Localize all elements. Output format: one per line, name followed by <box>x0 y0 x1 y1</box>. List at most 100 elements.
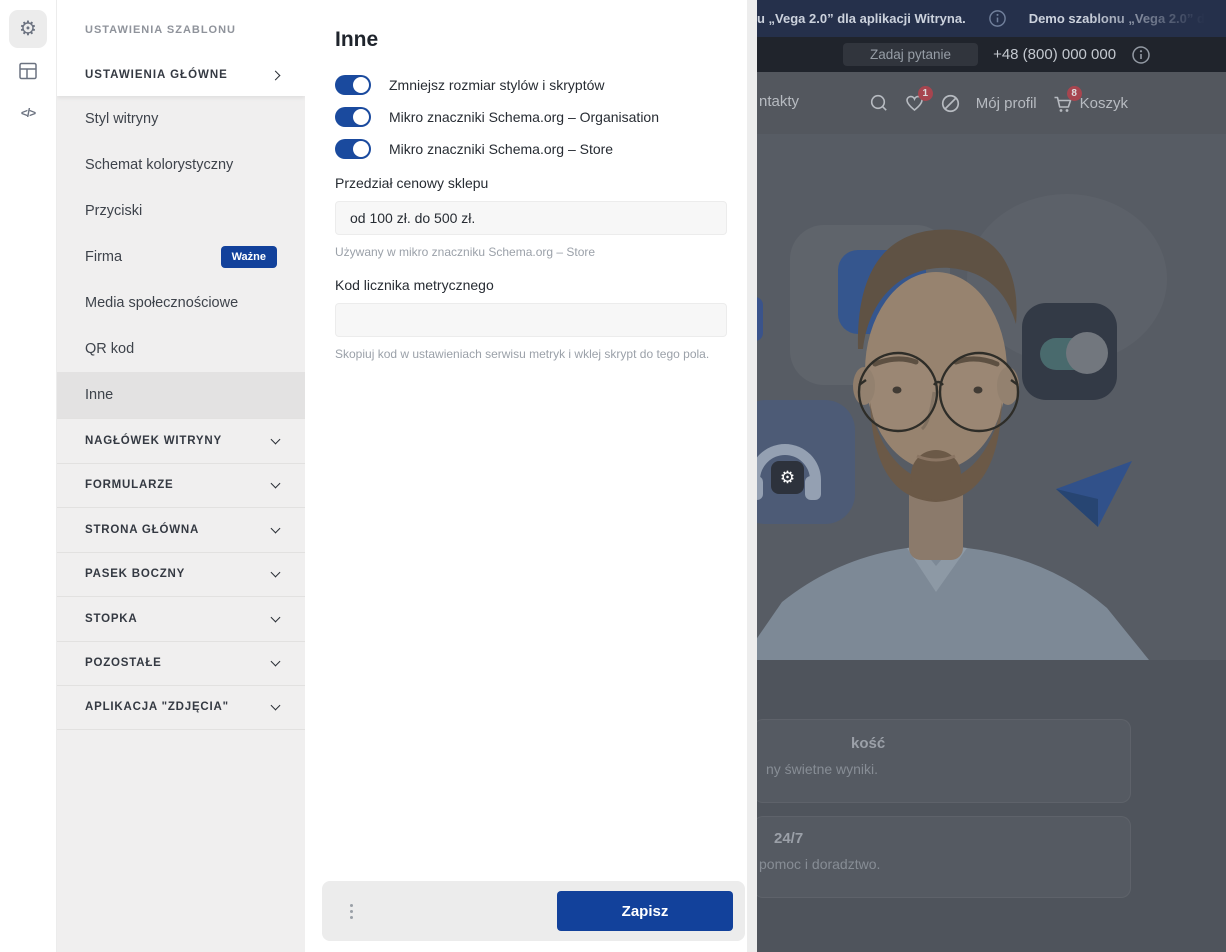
ask-question-button[interactable]: Zadaj pytanie <box>843 43 978 66</box>
code-icon: </> <box>21 106 35 120</box>
sidebar-item-firma[interactable]: Firma Ważne <box>57 234 305 280</box>
hero-section: ⚙ <box>757 134 1226 660</box>
chevron-down-icon <box>271 657 281 667</box>
panel-scrollbar-gutter[interactable] <box>747 0 757 952</box>
sidebar-item-styl-witryny[interactable]: Styl witryny <box>57 96 305 142</box>
info-icon <box>1131 45 1151 65</box>
important-badge: Ważne <box>221 246 277 268</box>
settings-panel: Inne Zmniejsz rozmiar stylów i skryptów … <box>305 0 747 952</box>
sidebar-item-label: Firma <box>85 249 122 265</box>
metrics-code-label: Kod licznika metrycznego <box>335 277 727 293</box>
layout-icon <box>18 61 38 81</box>
sidebar-group-title: USTAWIENIA SZABLONU <box>57 0 305 36</box>
panel-title: Inne <box>335 28 727 52</box>
sidebar-item-qr-kod[interactable]: QR kod <box>57 326 305 372</box>
search-icon <box>869 93 889 113</box>
header-actions: 1 Mój profil <box>869 72 1128 134</box>
feature-card-text: pomoc i doradztwo. <box>759 856 880 872</box>
toggle-label: Zmniejsz rozmiar stylów i skryptów <box>389 77 604 93</box>
demo-banner: u „Vega 2.0” dla aplikacji Witryna. Demo… <box>757 0 1226 37</box>
feature-card-text: ny świetne wyniki. <box>766 761 878 777</box>
more-options-button[interactable] <box>346 901 356 921</box>
banner-text: u „Vega 2.0” dla aplikacji Witryna. <box>757 11 966 26</box>
banner-text: Demo szablonu „Vega 2.0” dla aplikac <box>1029 11 1226 26</box>
chevron-down-icon <box>271 701 281 711</box>
template-settings-app: ⚙ </> USTAWIENIA SZABLONU USTAWIENIA GŁÓ… <box>0 0 1226 952</box>
support-bar: Zadaj pytanie +48 (800) 000 000 <box>757 37 1226 72</box>
toggle-row-schema-organisation[interactable]: Mikro znaczniki Schema.org – Organisatio… <box>335 107 727 127</box>
chevron-down-icon <box>271 523 281 533</box>
chevron-down-icon <box>271 434 281 444</box>
chevron-right-icon <box>271 70 281 80</box>
sidebar-section-formularze[interactable]: FORMULARZE <box>57 463 305 508</box>
sidebar-item-label: Schemat kolorystyczny <box>85 157 233 173</box>
section-label: FORMULARZE <box>85 479 174 491</box>
sidebar-section-aplikacja-zdjecia[interactable]: APLIKACJA "ZDJĘCIA" <box>57 685 305 730</box>
sidebar-section-stopka[interactable]: STOPKA <box>57 596 305 641</box>
sidebar-item-przyciski[interactable]: Przyciski <box>57 188 305 234</box>
toggle-label: Mikro znaczniki Schema.org – Organisatio… <box>389 109 659 125</box>
compare-button[interactable] <box>940 93 961 114</box>
sidebar-item-label: Inne <box>85 387 113 403</box>
toggle-switch-on[interactable] <box>335 139 371 159</box>
toggle-knob-decoration <box>1066 332 1108 374</box>
sidebar-section-naglowek-witryny[interactable]: NAGŁÓWEK WITRYNY <box>57 418 305 463</box>
profile-link[interactable]: Mój profil <box>976 95 1037 112</box>
hero-portrait-image <box>757 134 1226 660</box>
sidebar-item-label: Styl witryny <box>85 111 158 127</box>
sidebar-section-pozostale[interactable]: POZOSTAŁE <box>57 641 305 686</box>
cart-count-badge: 8 <box>1067 86 1082 101</box>
sidebar-item-inne[interactable]: Inne <box>57 372 305 418</box>
paper-plane-icon <box>1052 459 1134 531</box>
gear-icon: ⚙ <box>780 468 795 488</box>
actions-bar: Zapisz <box>322 881 745 941</box>
section-label: POZOSTAŁE <box>85 657 162 669</box>
favorites-button[interactable]: 1 <box>904 93 925 113</box>
settings-rail-button[interactable]: ⚙ <box>9 10 47 48</box>
toggle-row-minify[interactable]: Zmniejsz rozmiar stylów i skryptów <box>335 75 727 95</box>
search-button[interactable] <box>869 93 889 113</box>
metrics-code-input[interactable] <box>335 303 727 337</box>
toggle-label: Mikro znaczniki Schema.org – Store <box>389 141 613 157</box>
gear-icon: ⚙ <box>19 19 37 39</box>
feature-card-title: kość <box>851 735 885 752</box>
site-preview: u „Vega 2.0” dla aplikacji Witryna. Demo… <box>757 0 1226 952</box>
section-label: STOPKA <box>85 613 138 625</box>
price-range-input[interactable] <box>335 201 727 235</box>
toggle-switch-on[interactable] <box>335 75 371 95</box>
cart-link[interactable]: 8 Koszyk <box>1052 93 1128 114</box>
nav-link-partial[interactable]: ntakty <box>759 93 799 110</box>
feature-card-title: 24/7 <box>774 830 803 847</box>
sidebar-main-label: USTAWIENIA GŁÓWNE <box>85 69 228 81</box>
settings-sidebar: USTAWIENIA SZABLONU USTAWIENIA GŁÓWNE St… <box>57 0 305 952</box>
layout-rail-button[interactable] <box>9 52 47 90</box>
section-label: APLIKACJA "ZDJĘCIA" <box>85 701 229 713</box>
cart-label: Koszyk <box>1080 95 1128 112</box>
sidebar-section-strona-glowna[interactable]: STRONA GŁÓWNA <box>57 507 305 552</box>
feature-card: kość ny świetne wyniki. <box>757 719 1131 803</box>
chevron-down-icon <box>271 568 281 578</box>
profile-label: Mój profil <box>976 95 1037 112</box>
sidebar-item-media-spolecznosciowe[interactable]: Media społecznościowe <box>57 280 305 326</box>
price-range-helper: Używany w mikro znaczniku Schema.org – S… <box>335 245 727 259</box>
toggle-row-schema-store[interactable]: Mikro znaczniki Schema.org – Store <box>335 139 727 159</box>
section-label: PASEK BOCZNY <box>85 568 185 580</box>
toggle-switch-on[interactable] <box>335 107 371 127</box>
sidebar-item-schemat-kolorystyczny[interactable]: Schemat kolorystyczny <box>57 142 305 188</box>
slash-circle-icon <box>940 93 961 114</box>
sidebar-item-ustawienia-glowne[interactable]: USTAWIENIA GŁÓWNE <box>57 54 305 96</box>
site-page: ntakty 1 <box>757 72 1226 952</box>
sidebar-item-label: Media społecznościowe <box>85 295 238 311</box>
favorites-count-badge: 1 <box>918 86 933 101</box>
save-button[interactable]: Zapisz <box>557 891 733 931</box>
settings-hotspot-button[interactable]: ⚙ <box>771 461 804 494</box>
sidebar-header: USTAWIENIA SZABLONU USTAWIENIA GŁÓWNE <box>57 0 305 96</box>
section-label: NAGŁÓWEK WITRYNY <box>85 435 222 447</box>
code-rail-button[interactable]: </> <box>9 94 47 132</box>
features-section: kość ny świetne wyniki. 24/7 pomoc i dor… <box>757 660 1226 952</box>
site-header: ntakty 1 <box>757 72 1226 134</box>
chevron-down-icon <box>271 479 281 489</box>
toggle-tile-decoration <box>1022 303 1117 400</box>
feature-card: 24/7 pomoc i doradztwo. <box>757 816 1131 898</box>
sidebar-section-pasek-boczny[interactable]: PASEK BOCZNY <box>57 552 305 597</box>
